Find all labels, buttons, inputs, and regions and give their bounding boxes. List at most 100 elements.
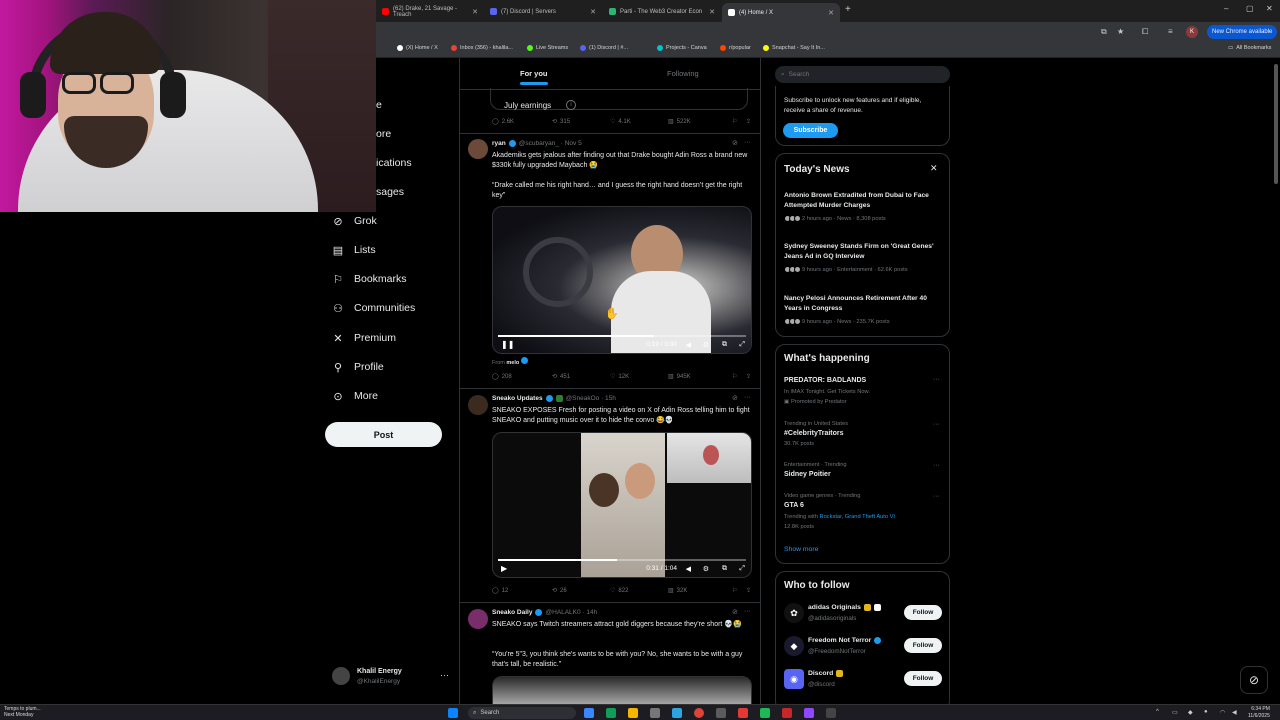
share-button[interactable]: ⇪ [746, 118, 751, 125]
settings-icon[interactable]: ⚙ [703, 341, 709, 349]
nav-communities[interactable]: ⚇ Communities [332, 302, 415, 315]
scrollbar[interactable] [1274, 64, 1278, 184]
bookmark-button[interactable]: ⚐ [732, 587, 737, 594]
grok-chat-button[interactable]: ⊘ [1240, 666, 1268, 694]
trend-name[interactable]: Sidney Poitier [784, 471, 831, 478]
nav-more[interactable]: ⊙ More [332, 390, 378, 403]
edge-icon[interactable] [606, 708, 616, 718]
follow-button[interactable]: Follow [904, 671, 942, 686]
trend-name[interactable]: GTA 6 [784, 502, 804, 509]
bookmark-button[interactable]: ⚐ [732, 373, 737, 380]
subscribe-button[interactable]: Subscribe [783, 123, 838, 138]
volume-icon[interactable]: ◀ [1232, 709, 1237, 716]
follow-suggestion-name[interactable]: Discord [808, 670, 844, 677]
nav-premium[interactable]: ✕ Premium [332, 332, 396, 345]
more-dots-icon[interactable]: ··· [744, 608, 751, 616]
volume-icon[interactable]: ◀ [686, 341, 691, 349]
nav-lists[interactable]: ▤ Lists [332, 244, 376, 257]
bookmark[interactable]: r/popular [720, 45, 751, 51]
nav-profile[interactable]: ⚲ Profile [332, 361, 384, 374]
repost-button[interactable]: ⟲ 315 [552, 118, 570, 126]
store-icon[interactable] [650, 708, 660, 718]
trend-related-link[interactable]: Rockstar, Grand Theft Auto VI [820, 514, 895, 520]
share-button[interactable]: ⇪ [746, 587, 751, 594]
tray-icon[interactable]: ▭ [1172, 709, 1178, 716]
browser-tab[interactable]: (62) Drake, 21 Savage - Treach ✕ [376, 4, 484, 19]
author-handle[interactable]: @scubaryan_ · Nov 5 [519, 140, 582, 147]
follow-suggestion-name[interactable]: Freedom Not Terror [808, 637, 882, 644]
close-tab-icon[interactable]: ✕ [472, 8, 478, 16]
grok-icon[interactable]: ⊘ [732, 608, 738, 616]
maximize-icon[interactable]: ▢ [1246, 4, 1254, 13]
repost-button[interactable]: ⟲ 26 [552, 587, 567, 595]
follow-button[interactable]: Follow [904, 638, 942, 653]
bookmark-button[interactable]: ⚐ [732, 118, 737, 125]
weather-widget[interactable]: Temps to plum... Next Monday [4, 706, 41, 718]
pause-icon[interactable]: ❚❚ [501, 340, 514, 349]
author-handle[interactable]: @HALALK0 · 14h [545, 609, 597, 616]
fullscreen-icon[interactable]: ⤢ [739, 341, 745, 349]
more-dots-icon[interactable]: ··· [933, 493, 940, 500]
taskbar-search[interactable]: ⌕ Search [468, 707, 576, 719]
source-name[interactable]: melo [506, 360, 519, 366]
more-dots-icon[interactable]: ··· [744, 394, 751, 402]
like-button[interactable]: ♡ 4.1K [610, 118, 631, 126]
close-tab-icon[interactable]: ✕ [590, 8, 596, 16]
play-icon[interactable]: ▶ [501, 564, 507, 573]
volume-icon[interactable]: ◀ [686, 565, 691, 573]
bookmark[interactable]: Live Streams [527, 45, 568, 51]
author-handle[interactable]: @SneakOo · 15h [566, 395, 616, 402]
news-item-title[interactable]: Sydney Sweeney Stands Firm on 'Great Gen… [784, 242, 942, 262]
nav-notifications-partial[interactable]: ications [376, 157, 412, 169]
pip-icon[interactable]: ⧉ [722, 565, 727, 573]
trend-name[interactable]: #CelebrityTraitors [784, 430, 844, 437]
more-dots-icon[interactable]: ··· [933, 376, 940, 383]
settings-icon[interactable] [716, 708, 726, 718]
like-button[interactable]: ♡ 12K [610, 373, 629, 381]
browser-tab-active[interactable]: (4) Home / X ✕ [722, 3, 840, 22]
close-tab-icon[interactable]: ✕ [828, 9, 834, 17]
video-player[interactable]: ▶ 0:31 / 1:04 ◀ ⚙ ⧉ ⤢ [492, 432, 752, 578]
chrome-icon[interactable] [694, 708, 704, 718]
views-button[interactable]: ▥ 945K [668, 373, 691, 381]
grok-icon[interactable]: ⊘ [732, 394, 738, 402]
pip-icon[interactable]: ⧉ [722, 341, 727, 349]
profile-avatar[interactable]: K [1186, 26, 1198, 38]
tray-chevron-icon[interactable]: ^ [1156, 709, 1159, 715]
nav-explore-partial[interactable]: ore [376, 128, 391, 140]
browser-tab[interactable]: (7) Discord | Servers ✕ [484, 4, 602, 19]
update-chrome-button[interactable]: New Chrome available [1207, 25, 1278, 39]
repost-button[interactable]: ⟲ 451 [552, 373, 570, 381]
freedom-not-terror-logo-icon[interactable]: ◆ [784, 636, 804, 656]
nav-home-partial[interactable]: e [376, 99, 382, 111]
browser-tab[interactable]: Parti - The Web3 Creator Econ ✕ [603, 4, 721, 19]
more-dots-icon[interactable]: ··· [933, 462, 940, 469]
views-button[interactable]: ▥ 522K [668, 118, 691, 126]
close-tab-icon[interactable]: ✕ [709, 8, 715, 16]
app-icon[interactable] [826, 708, 836, 718]
trend-name[interactable]: PREDATOR: BADLANDS [784, 377, 866, 384]
system-clock[interactable]: 6:34 PM 11/6/2025 [1248, 706, 1270, 719]
news-item-title[interactable]: Nancy Pelosi Announces Retirement After … [784, 294, 942, 314]
star-icon[interactable]: ★ [1117, 27, 1124, 36]
views-button[interactable]: ▥ 32K [668, 587, 687, 595]
reply-button[interactable]: ◯ 2.6K [492, 118, 514, 126]
extensions-icon[interactable]: ⧠ [1142, 27, 1148, 37]
reply-button[interactable]: ◯ 12 [492, 587, 508, 595]
video-player[interactable] [492, 676, 752, 704]
search-input[interactable]: ⌕ Search [775, 66, 950, 83]
info-icon[interactable]: i [566, 100, 576, 110]
bookmark[interactable]: (X) Home / X [397, 45, 438, 51]
obs-icon[interactable] [782, 708, 792, 718]
author-name[interactable]: ryan [492, 140, 506, 147]
author-name[interactable]: Sneako Daily [492, 609, 532, 616]
video-player[interactable]: ✋ ❚❚ 0:19 / 0:30 ◀ ⚙ ⧉ ⤢ [492, 206, 752, 354]
app-icon[interactable] [760, 708, 770, 718]
news-item-title[interactable]: Antonio Brown Extradited from Dubai to F… [784, 191, 942, 211]
file-explorer-icon[interactable] [628, 708, 638, 718]
wifi-icon[interactable]: ◠ [1220, 709, 1225, 716]
share-button[interactable]: ⇪ [746, 373, 751, 380]
bookmark[interactable]: (1) Discord | #... [580, 45, 628, 51]
bookmark[interactable]: Snapchat - Say It In... [763, 45, 825, 51]
tray-icon[interactable]: ● [1204, 709, 1208, 715]
